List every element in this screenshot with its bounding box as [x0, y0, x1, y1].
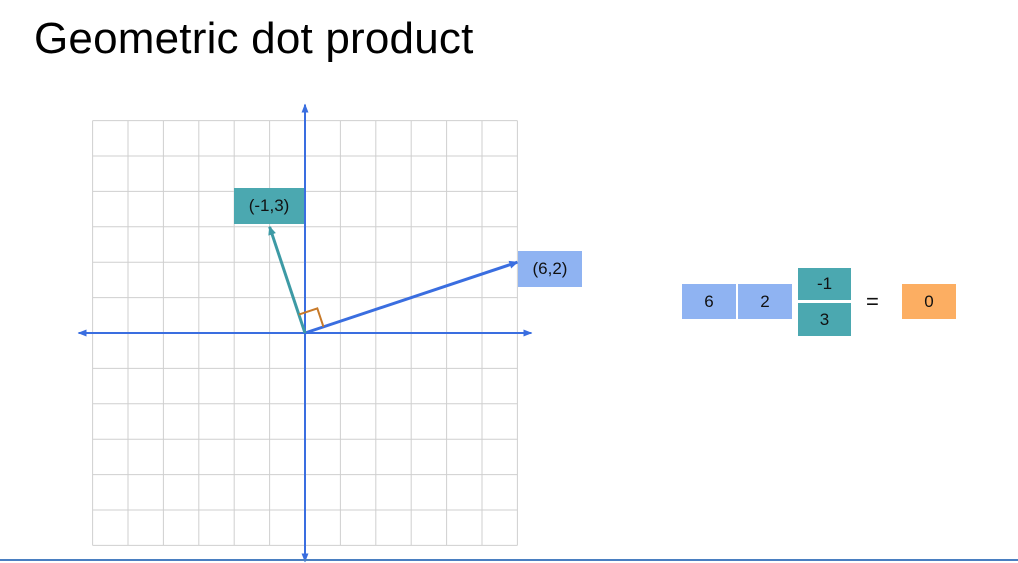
equals-sign: =: [866, 288, 879, 314]
column-vector-cell-2: 3: [798, 303, 851, 336]
column-vector-cell-1: -1: [798, 268, 851, 300]
vector-b-arrow: [268, 225, 307, 334]
vectors: [268, 225, 519, 335]
vector-b-label: (-1,3): [234, 188, 304, 224]
dot-product-result: 0: [902, 284, 956, 319]
row-vector-cell-1: 6: [682, 284, 736, 319]
coordinate-plane: [77, 103, 533, 563]
slide-bottom-rule: [0, 559, 1018, 561]
vector-a-label: (6,2): [518, 251, 582, 287]
row-vector-cell-2: 2: [738, 284, 792, 319]
